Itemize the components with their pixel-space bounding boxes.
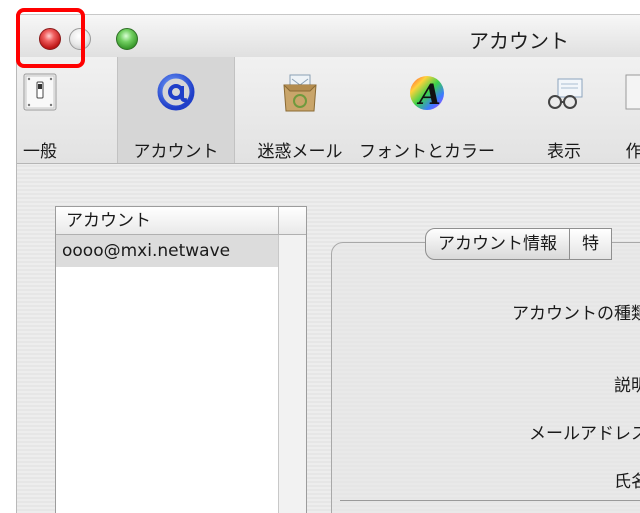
svg-text:A: A [416, 78, 441, 111]
junk-mail-icon [283, 74, 317, 112]
preferences-window: アカウント 一般 アカウント 迷惑メール A フォントとカラー 表示 アカウント… [16, 14, 640, 513]
full-name-label: 氏名 [614, 472, 640, 492]
close-button-highlight [16, 8, 85, 68]
account-row[interactable]: oooo@mxi.netwave [56, 235, 278, 267]
toolbar-item-accounts[interactable]: アカウント [117, 57, 235, 163]
zoom-button[interactable] [116, 28, 138, 50]
toolbar-label-composing: 作 [609, 137, 640, 162]
toolbar-item-fonts-colors[interactable]: A フォントとカラー [357, 57, 497, 163]
window-title: アカウント [469, 29, 569, 53]
toolbar-item-junk-mail[interactable]: 迷惑メール [241, 57, 359, 163]
account-list[interactable]: アカウント oooo@mxi.netwave [55, 206, 307, 513]
bottom-separator [340, 500, 640, 501]
account-list-header[interactable]: アカウント [56, 207, 278, 235]
account-list-header-corner [278, 207, 306, 235]
toolbar-label-fonts-colors: フォントとカラー [359, 142, 495, 162]
detail-tabs: アカウント情報 特 [425, 228, 612, 260]
toolbar-label-accounts: アカウント [133, 142, 219, 162]
toolbar-item-viewing[interactable]: 表示 [533, 57, 595, 163]
account-list-scrollbar[interactable] [278, 235, 306, 513]
at-sign-icon [157, 73, 195, 111]
toolbar-item-composing[interactable]: 作 [609, 57, 640, 163]
tab-special[interactable]: 特 [570, 228, 612, 260]
email-address-label: メールアドレス [529, 424, 640, 444]
tab-account-information[interactable]: アカウント情報 [425, 228, 570, 260]
account-detail-panel: アカウントの種類 説明 メールアドレス 氏名 [331, 242, 640, 513]
switch-icon [23, 73, 57, 111]
compose-icon [625, 74, 640, 110]
account-type-label: アカウントの種類 [512, 304, 640, 324]
glasses-icon [548, 78, 583, 109]
preferences-toolbar: 一般 アカウント 迷惑メール A フォントとカラー 表示 [17, 57, 640, 164]
toolbar-label-junk-mail: 迷惑メール [257, 142, 343, 162]
toolbar-label-general: 一般 [23, 142, 57, 162]
description-label: 説明 [614, 376, 640, 396]
title-bar[interactable]: アカウント [17, 15, 640, 57]
toolbar-item-general[interactable]: 一般 [17, 57, 63, 163]
font-color-icon: A [410, 76, 444, 111]
preferences-content: アカウント oooo@mxi.netwave アカウントの種類 説明 メールアド… [17, 164, 640, 513]
toolbar-label-viewing: 表示 [547, 142, 581, 162]
